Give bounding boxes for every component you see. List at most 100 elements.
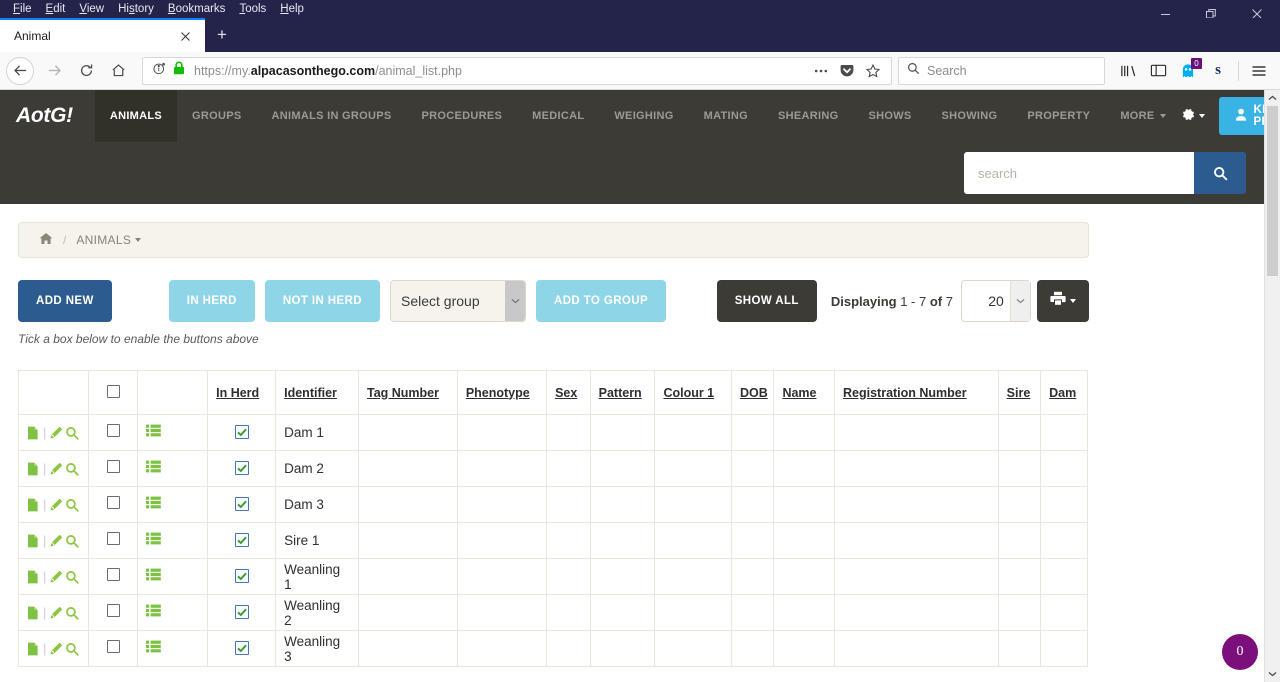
scroll-up-icon[interactable] (1265, 90, 1280, 106)
in-herd-checkbox[interactable] (234, 497, 249, 511)
new-tab-button[interactable]: + (205, 18, 239, 52)
th-pattern[interactable]: Pattern (589, 370, 656, 415)
menu-view[interactable]: View (72, 0, 111, 18)
nav-item-mating[interactable]: MATING (689, 90, 763, 142)
reload-icon[interactable] (70, 56, 102, 86)
settings-gear-button[interactable] (1181, 107, 1205, 125)
view-magnifier-icon[interactable] (65, 642, 80, 656)
per-page-select[interactable]: 20 (961, 280, 1031, 322)
menu-file[interactable]: File (6, 0, 39, 18)
back-icon[interactable] (6, 56, 34, 85)
th-in-herd[interactable]: In Herd (207, 370, 277, 415)
view-magnifier-icon[interactable] (65, 462, 80, 476)
view-magnifier-icon[interactable] (65, 534, 80, 548)
th-identifier[interactable]: Identifier (275, 370, 359, 415)
scrollbar-thumb[interactable] (1267, 106, 1278, 276)
row-checkbox[interactable] (106, 495, 120, 509)
view-magnifier-icon[interactable] (65, 426, 80, 440)
page-scrollbar[interactable] (1264, 90, 1280, 682)
in-herd-checkbox[interactable] (234, 605, 249, 619)
th-registration-number[interactable]: Registration Number (834, 370, 999, 415)
select-group-dropdown[interactable]: Select group (390, 280, 526, 322)
site-search-button[interactable] (1194, 152, 1246, 194)
scroll-down-icon[interactable] (1265, 666, 1280, 682)
edit-pencil-icon[interactable] (49, 462, 63, 476)
nav-item-animals[interactable]: ANIMALS (94, 90, 178, 142)
ghostery-icon[interactable]: 0 (1173, 56, 1203, 86)
nav-item-property[interactable]: PROPERTY (1012, 90, 1105, 142)
print-button[interactable] (1037, 280, 1089, 322)
in-herd-checkbox[interactable] (234, 569, 249, 583)
info-icon[interactable] (153, 62, 166, 80)
nav-item-shearing[interactable]: SHEARING (763, 90, 853, 142)
edit-pencil-icon[interactable] (49, 606, 63, 620)
list-details-icon[interactable] (146, 460, 161, 473)
menu-help[interactable]: Help (273, 0, 311, 18)
nav-item-animals-in-groups[interactable]: ANIMALS IN GROUPS (257, 90, 407, 142)
add-new-button[interactable]: ADD NEW (18, 280, 112, 322)
brand-logo[interactable]: AotG! (14, 90, 95, 142)
forward-icon[interactable] (38, 56, 70, 86)
evernote-icon[interactable]: s (1203, 56, 1233, 86)
in-herd-checkbox[interactable] (234, 425, 249, 439)
menu-edit[interactable]: Edit (39, 0, 73, 18)
th-colour-1[interactable]: Colour 1 (654, 370, 732, 415)
page-actions-icon[interactable] (809, 59, 833, 83)
copy-icon[interactable] (27, 570, 40, 584)
nav-item-procedures[interactable]: PROCEDURES (407, 90, 518, 142)
list-details-icon[interactable] (146, 640, 161, 653)
row-checkbox[interactable] (106, 603, 120, 617)
url-bar[interactable]: https://my.alpacasonthego.com/animal_lis… (142, 56, 892, 85)
copy-icon[interactable] (27, 606, 40, 620)
edit-pencil-icon[interactable] (49, 426, 63, 440)
show-all-button[interactable]: SHOW ALL (716, 280, 817, 322)
list-details-icon[interactable] (146, 424, 161, 437)
th-tag-number[interactable]: Tag Number (358, 370, 458, 415)
edit-pencil-icon[interactable] (49, 498, 63, 512)
nav-item-shows[interactable]: SHOWS (853, 90, 926, 142)
copy-icon[interactable] (27, 426, 40, 440)
breadcrumb-home-icon[interactable] (39, 232, 53, 248)
copy-icon[interactable] (27, 462, 40, 476)
row-checkbox[interactable] (106, 459, 120, 473)
list-details-icon[interactable] (146, 604, 161, 617)
in-herd-checkbox[interactable] (234, 641, 249, 655)
nav-item-weighing[interactable]: WEIGHING (599, 90, 688, 142)
chevron-down-icon[interactable] (1010, 281, 1030, 321)
th-dam[interactable]: Dam (1040, 370, 1088, 415)
row-checkbox[interactable] (106, 639, 120, 653)
list-details-icon[interactable] (146, 568, 161, 581)
breadcrumb-item-animals[interactable]: ANIMALS (76, 233, 142, 247)
chevron-down-icon[interactable] (505, 281, 525, 321)
tab-close-icon[interactable] (175, 26, 195, 46)
hamburger-menu-icon[interactable] (1244, 56, 1274, 86)
row-checkbox[interactable] (106, 567, 120, 581)
row-checkbox[interactable] (106, 423, 120, 437)
in-herd-checkbox[interactable] (234, 461, 249, 475)
copy-icon[interactable] (27, 534, 40, 548)
th-name[interactable]: Name (773, 370, 835, 415)
in-herd-checkbox[interactable] (234, 533, 249, 547)
home-icon[interactable] (102, 56, 134, 86)
th-sex[interactable]: Sex (546, 370, 591, 415)
row-checkbox[interactable] (106, 531, 120, 545)
th-phenotype[interactable]: Phenotype (456, 370, 548, 415)
list-details-icon[interactable] (146, 496, 161, 509)
browser-tab[interactable]: Animal (0, 18, 205, 52)
bookmark-star-icon[interactable] (861, 59, 885, 83)
add-to-group-button[interactable]: ADD TO GROUP (536, 280, 667, 322)
select-all-checkbox[interactable] (106, 384, 120, 398)
list-details-icon[interactable] (146, 532, 161, 545)
copy-icon[interactable] (27, 498, 40, 512)
copy-icon[interactable] (27, 642, 40, 656)
view-magnifier-icon[interactable] (65, 570, 80, 584)
browser-search-bar[interactable]: Search (898, 56, 1105, 85)
edit-pencil-icon[interactable] (49, 534, 63, 548)
sidebar-icon[interactable] (1143, 56, 1173, 86)
nav-item-more[interactable]: MORE (1105, 90, 1180, 142)
th-sire[interactable]: Sire (997, 370, 1042, 415)
pocket-icon[interactable] (835, 59, 859, 83)
th-dob[interactable]: DOB (730, 370, 775, 415)
not-in-herd-button[interactable]: NOT IN HERD (264, 280, 380, 322)
site-identity[interactable] (153, 61, 185, 80)
